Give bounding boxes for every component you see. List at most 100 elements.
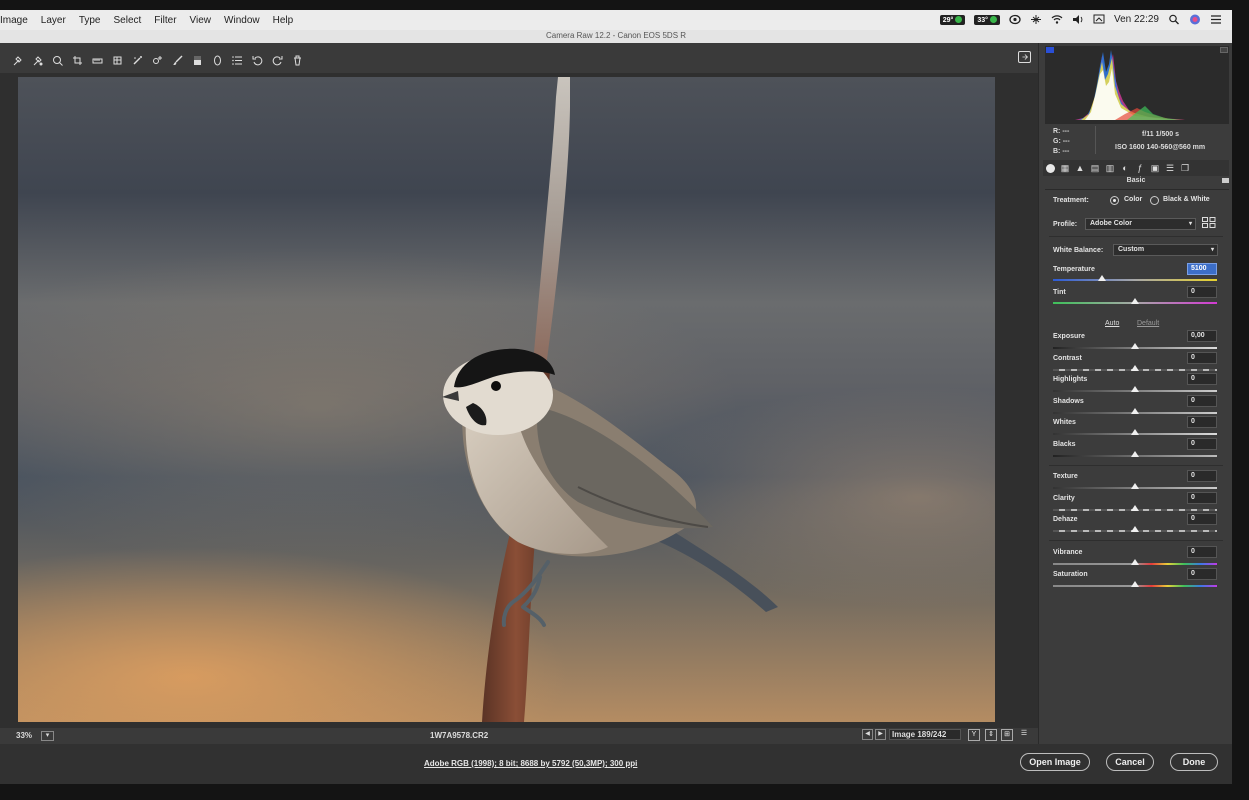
- panel-title: Basic: [1126, 177, 1146, 184]
- saturation-slider-thumb[interactable]: [1131, 581, 1139, 587]
- tab-tone-curve[interactable]: ▦: [1060, 163, 1070, 173]
- highlight-clipping-warning[interactable]: [1220, 47, 1228, 53]
- gpu-temp-badge[interactable]: 33°: [974, 14, 1000, 25]
- preferences-list-icon[interactable]: [232, 55, 243, 66]
- transform-tool-icon[interactable]: [112, 55, 123, 66]
- saturation-input[interactable]: 0: [1187, 568, 1217, 580]
- open-image-button[interactable]: Open Image: [1020, 753, 1090, 771]
- tab-split-toning[interactable]: ▥: [1105, 163, 1115, 173]
- default-button[interactable]: Default: [1137, 320, 1159, 327]
- treatment-color-radio[interactable]: [1110, 196, 1119, 205]
- volume-icon[interactable]: [1072, 14, 1084, 25]
- menu-view[interactable]: View: [190, 15, 212, 26]
- menu-type[interactable]: Type: [79, 15, 101, 26]
- tint-input[interactable]: 0: [1187, 286, 1217, 298]
- tab-basic[interactable]: [1046, 163, 1055, 173]
- contrast-input[interactable]: 0: [1187, 352, 1217, 364]
- tab-detail[interactable]: ▲: [1075, 163, 1085, 173]
- white-balance-tool-icon[interactable]: [12, 55, 23, 66]
- tab-snapshots[interactable]: ❐: [1180, 163, 1190, 173]
- red-eye-tool-icon[interactable]: [152, 55, 163, 66]
- texture-input[interactable]: 0: [1187, 470, 1217, 482]
- menu-help[interactable]: Help: [273, 15, 294, 26]
- vibrance-slider-thumb[interactable]: [1131, 559, 1139, 565]
- graduated-filter-icon[interactable]: [192, 55, 203, 66]
- shadow-clipping-warning[interactable]: [1046, 47, 1054, 53]
- clarity-input[interactable]: 0: [1187, 492, 1217, 504]
- creative-cloud-icon[interactable]: [1009, 14, 1021, 25]
- panel-menu-icon[interactable]: [1222, 178, 1229, 183]
- blacks-slider-thumb[interactable]: [1131, 451, 1139, 457]
- blacks-input[interactable]: 0: [1187, 438, 1217, 450]
- tab-hsl[interactable]: ▤: [1090, 163, 1100, 173]
- menu-select[interactable]: Select: [114, 15, 142, 26]
- menu-image[interactable]: Image: [0, 15, 28, 26]
- menu-filter[interactable]: Filter: [154, 15, 176, 26]
- profile-select[interactable]: Adobe Color ▾: [1085, 218, 1196, 230]
- highlights-slider-thumb[interactable]: [1131, 386, 1139, 392]
- temperature-slider-thumb[interactable]: [1098, 275, 1107, 281]
- shadows-input[interactable]: 0: [1187, 395, 1217, 407]
- cpu-temp-badge[interactable]: 29°: [939, 14, 966, 25]
- vibrance-input[interactable]: 0: [1187, 546, 1217, 558]
- menu-layer[interactable]: Layer: [41, 15, 66, 26]
- treatment-bw-radio[interactable]: [1150, 196, 1159, 205]
- highlights-input[interactable]: 0: [1187, 373, 1217, 385]
- before-after-view-button[interactable]: Y: [968, 729, 980, 741]
- dehaze-label: Dehaze: [1053, 516, 1078, 523]
- highlights-label: Highlights: [1053, 376, 1088, 383]
- adjustment-brush-icon[interactable]: [172, 55, 183, 66]
- green-readout: G: ---: [1053, 138, 1070, 145]
- dehaze-input[interactable]: 0: [1187, 513, 1217, 525]
- whites-slider-thumb[interactable]: [1131, 429, 1139, 435]
- exposure-slider-thumb[interactable]: [1131, 343, 1139, 349]
- white-balance-select[interactable]: Custom ▾: [1113, 244, 1218, 256]
- next-image-button[interactable]: ▶: [875, 729, 886, 740]
- tab-effects[interactable]: ƒ: [1135, 163, 1145, 173]
- display-icon[interactable]: [1093, 14, 1105, 25]
- workflow-options-link[interactable]: Adobe RGB (1998); 8 bit; 8688 by 5792 (5…: [424, 759, 637, 768]
- siri-icon[interactable]: [1189, 14, 1201, 25]
- wifi-icon[interactable]: [1051, 14, 1063, 25]
- targeted-adjustment-tool-icon[interactable]: [52, 55, 63, 66]
- toggle-fullscreen-icon[interactable]: [1018, 51, 1031, 63]
- straighten-tool-icon[interactable]: [92, 55, 103, 66]
- preview-preferences-button[interactable]: ☰: [1018, 729, 1030, 741]
- rotate-right-icon[interactable]: [272, 55, 283, 66]
- window-title: Camera Raw 12.2 - Canon EOS 5DS R: [545, 31, 687, 40]
- notification-center-icon[interactable]: [1210, 14, 1222, 25]
- whites-input[interactable]: 0: [1187, 416, 1217, 428]
- color-sampler-tool-icon[interactable]: [32, 55, 43, 66]
- done-button[interactable]: Done: [1170, 753, 1218, 771]
- tab-calibration[interactable]: ▣: [1150, 163, 1160, 173]
- tab-presets[interactable]: ☰: [1165, 163, 1175, 173]
- temperature-input[interactable]: 5100: [1187, 263, 1217, 275]
- cancel-button[interactable]: Cancel: [1106, 753, 1154, 771]
- radial-filter-icon[interactable]: [212, 55, 223, 66]
- copy-settings-button[interactable]: ⊞: [1001, 729, 1013, 741]
- spot-removal-tool-icon[interactable]: [132, 55, 143, 66]
- status-bar: 33% ▾ 1W7A9578.CR2 ◀ ▶ Image 189/242 Y ⇕…: [0, 728, 1038, 744]
- menu-window[interactable]: Window: [224, 15, 260, 26]
- trash-icon[interactable]: [292, 55, 303, 66]
- crop-tool-icon[interactable]: [72, 55, 83, 66]
- shadows-slider-thumb[interactable]: [1131, 408, 1139, 414]
- texture-slider-thumb[interactable]: [1131, 483, 1139, 489]
- swap-settings-button[interactable]: ⇕: [985, 729, 997, 741]
- exposure-input[interactable]: 0,00: [1187, 330, 1217, 342]
- tint-slider-thumb[interactable]: [1131, 298, 1139, 304]
- contrast-slider-thumb[interactable]: [1131, 365, 1139, 371]
- zoom-dropdown[interactable]: ▾: [41, 731, 54, 741]
- histogram-graph: [1075, 50, 1185, 120]
- rotate-left-icon[interactable]: [252, 55, 263, 66]
- clarity-slider-thumb[interactable]: [1131, 505, 1139, 511]
- dehaze-slider-thumb[interactable]: [1131, 526, 1139, 532]
- menu-clock[interactable]: Ven 22:29: [1114, 14, 1159, 25]
- profile-browser-icon[interactable]: [1202, 217, 1216, 228]
- tab-lens-corrections[interactable]: ◐: [1120, 163, 1130, 173]
- spotlight-search-icon[interactable]: [1168, 14, 1180, 25]
- previous-image-button[interactable]: ◀: [862, 729, 873, 740]
- auto-button[interactable]: Auto: [1105, 320, 1119, 327]
- activity-icon[interactable]: [1030, 14, 1042, 25]
- temperature-slider-track[interactable]: [1053, 279, 1217, 281]
